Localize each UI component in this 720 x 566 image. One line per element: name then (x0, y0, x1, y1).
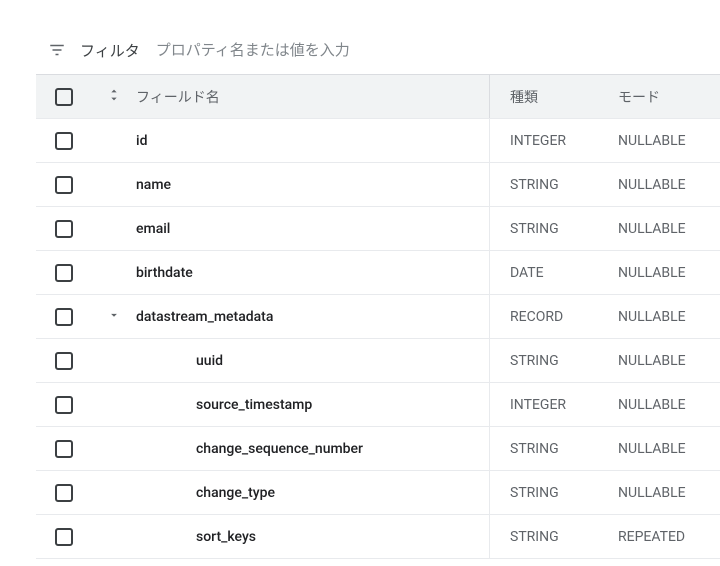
row-checkbox[interactable] (55, 352, 73, 370)
field-name: name (136, 163, 490, 206)
field-name: change_type (136, 471, 490, 514)
field-mode: NULLABLE (610, 485, 720, 501)
field-mode: NULLABLE (610, 221, 720, 237)
header-field-name[interactable]: フィールド名 (136, 75, 490, 118)
table-row: birthdateDATENULLABLE (36, 251, 720, 295)
field-name: id (136, 119, 490, 162)
field-name: uuid (136, 339, 490, 382)
field-type: STRING (490, 441, 610, 457)
row-checkbox[interactable] (55, 220, 73, 238)
filter-bar: フィルタ (36, 26, 720, 74)
field-type: DATE (490, 265, 610, 281)
row-checkbox[interactable] (55, 132, 73, 150)
caret-down-icon[interactable] (107, 308, 121, 326)
row-checkbox[interactable] (55, 396, 73, 414)
row-checkbox[interactable] (55, 264, 73, 282)
table-row: uuidSTRINGNULLABLE (36, 339, 720, 383)
field-mode: NULLABLE (610, 353, 720, 369)
field-mode: NULLABLE (610, 177, 720, 193)
table-row: change_sequence_numberSTRINGNULLABLE (36, 427, 720, 471)
field-mode: REPEATED (610, 529, 720, 545)
filter-icon[interactable] (48, 41, 66, 59)
field-type: STRING (490, 485, 610, 501)
field-type: STRING (490, 529, 610, 545)
field-mode: NULLABLE (610, 397, 720, 413)
field-mode: NULLABLE (610, 441, 720, 457)
field-type: STRING (490, 353, 610, 369)
table-row: emailSTRINGNULLABLE (36, 207, 720, 251)
field-type: INTEGER (490, 133, 610, 149)
field-type: RECORD (490, 309, 610, 325)
schema-table: フィールド名 種類 モード idINTEGERNULLABLEnameSTRIN… (36, 74, 720, 559)
row-checkbox[interactable] (55, 308, 73, 326)
row-checkbox[interactable] (55, 484, 73, 502)
table-row: change_typeSTRINGNULLABLE (36, 471, 720, 515)
table-header-row: フィールド名 種類 モード (36, 75, 720, 119)
select-all-checkbox[interactable] (55, 88, 73, 106)
filter-input[interactable] (154, 41, 708, 60)
field-name: birthdate (136, 251, 490, 294)
field-type: STRING (490, 221, 610, 237)
table-row: source_timestampINTEGERNULLABLE (36, 383, 720, 427)
table-row: sort_keysSTRINGREPEATED (36, 515, 720, 559)
header-type[interactable]: 種類 (490, 87, 610, 107)
filter-label: フィルタ (80, 40, 140, 61)
sort-icon[interactable] (106, 87, 122, 107)
table-row: datastream_metadataRECORDNULLABLE (36, 295, 720, 339)
table-row: nameSTRINGNULLABLE (36, 163, 720, 207)
row-checkbox[interactable] (55, 440, 73, 458)
field-mode: NULLABLE (610, 133, 720, 149)
field-name: source_timestamp (136, 383, 490, 426)
table-row: idINTEGERNULLABLE (36, 119, 720, 163)
field-name: sort_keys (136, 515, 490, 558)
header-mode[interactable]: モード (610, 87, 720, 107)
field-name: datastream_metadata (136, 295, 490, 338)
field-name: email (136, 207, 490, 250)
field-mode: NULLABLE (610, 309, 720, 325)
row-checkbox[interactable] (55, 528, 73, 546)
field-type: STRING (490, 177, 610, 193)
field-mode: NULLABLE (610, 265, 720, 281)
field-name: change_sequence_number (136, 427, 490, 470)
field-type: INTEGER (490, 397, 610, 413)
row-checkbox[interactable] (55, 176, 73, 194)
